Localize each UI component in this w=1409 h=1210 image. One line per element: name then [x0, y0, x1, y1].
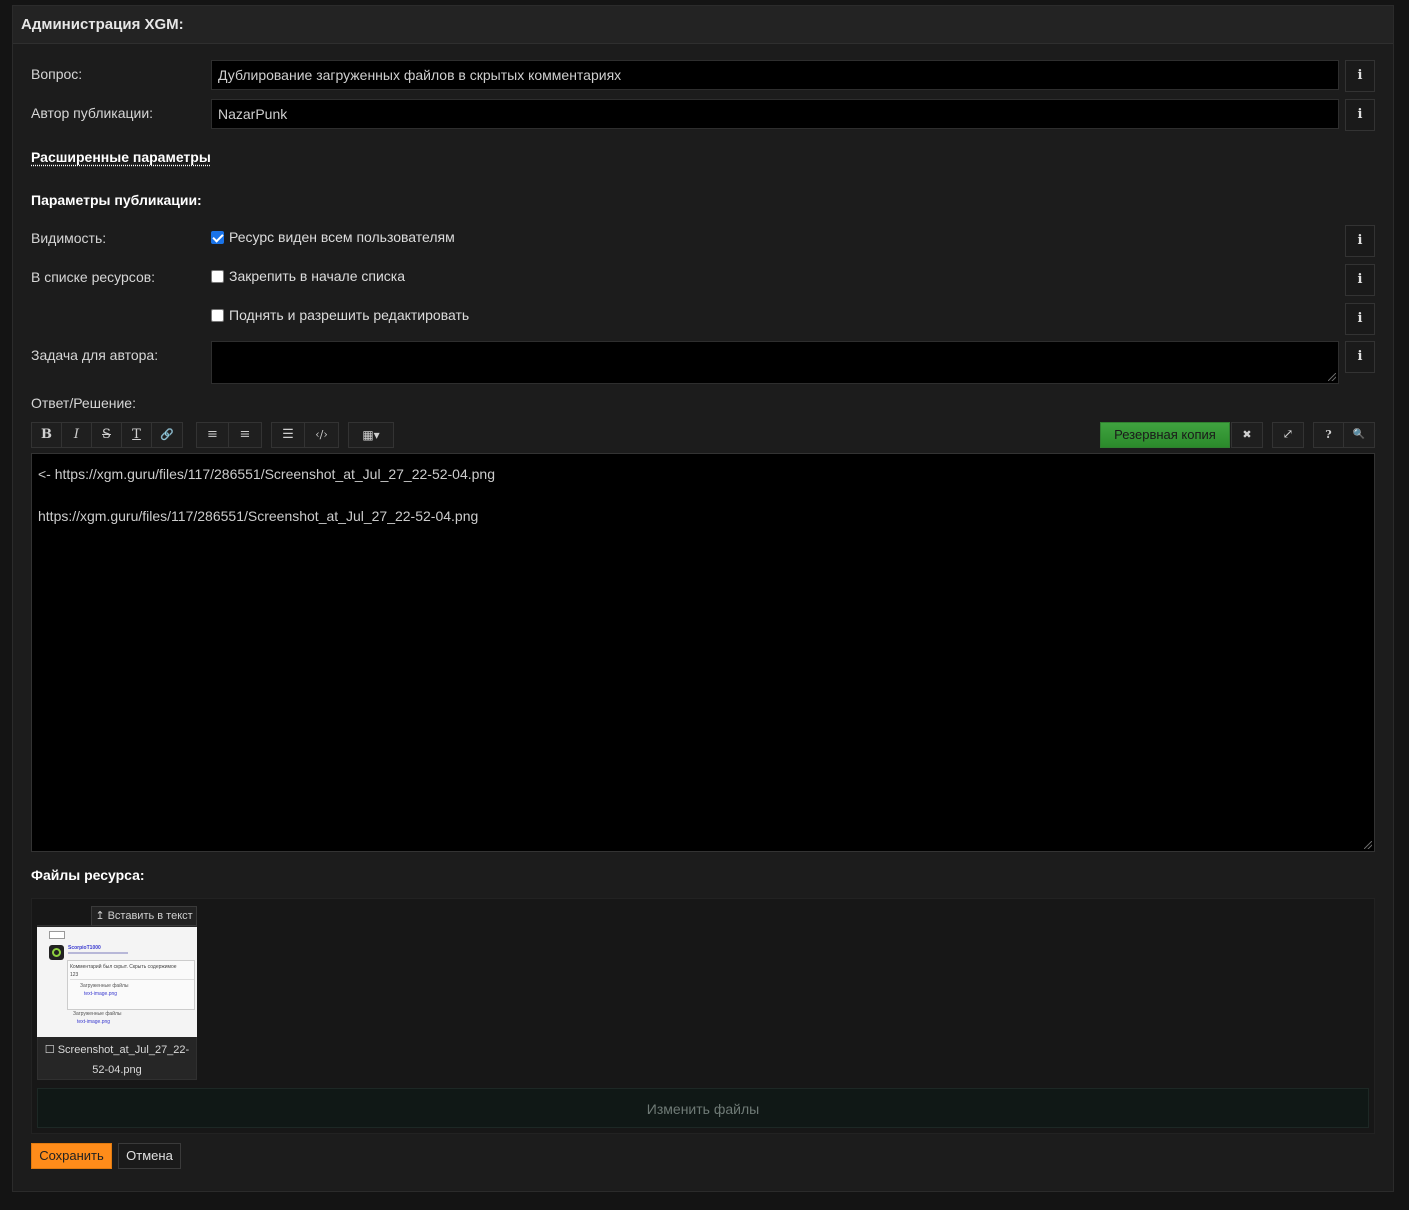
visibility-label: Видимость:	[31, 230, 107, 246]
close-icon[interactable]: ✖	[1232, 423, 1262, 447]
author-label: Автор публикации:	[31, 105, 154, 121]
table-toolbar-group: ▦▾	[348, 422, 394, 448]
thumb-text: Загруженные файлы	[73, 1011, 122, 1017]
resource-list-label: В списке ресурсов:	[31, 269, 156, 285]
change-files-button[interactable]: Изменить файлы	[37, 1088, 1369, 1128]
thumb-text: Комментарий был скрыт. Скрыть содержимое	[70, 964, 177, 970]
answer-label: Ответ/Решение:	[31, 395, 136, 411]
raise-checkbox[interactable]	[211, 308, 224, 322]
task-textarea[interactable]	[211, 341, 1339, 384]
raise-option-label: Поднять и разрешить редактировать	[229, 307, 470, 323]
close-toolbar-group: ✖	[1231, 422, 1263, 448]
task-label: Задача для автора:	[31, 347, 159, 363]
editor-line: https://xgm.guru/files/117/286551/Screen…	[38, 508, 479, 524]
backup-button[interactable]: Резервная копия	[1100, 422, 1230, 448]
resize-grip-icon[interactable]	[1328, 373, 1336, 381]
fullscreen-icon[interactable]: ⤢	[1273, 423, 1303, 447]
visibility-option[interactable]: Ресурс виден всем пользователям	[211, 229, 455, 245]
align-center-icon[interactable]: ≡	[197, 423, 229, 447]
thumb-button	[49, 931, 65, 939]
question-label: Вопрос:	[31, 66, 83, 82]
thumb-text: text-image.png	[84, 991, 118, 997]
format-toolbar-group: B I S T 🔗	[31, 422, 183, 448]
clear-format-icon[interactable]: T	[122, 423, 152, 447]
pin-info-icon[interactable]: i	[1345, 264, 1375, 296]
thumb-subline	[68, 952, 128, 954]
task-info-icon[interactable]: i	[1345, 341, 1375, 373]
thumb-user: ScorpioT1000	[68, 945, 101, 951]
pin-option[interactable]: Закрепить в начале списка	[211, 268, 405, 284]
thumb-text: text-image.png	[77, 1019, 111, 1025]
question-input[interactable]: Дублирование загруженных файлов в скрыты…	[211, 60, 1339, 90]
pin-option-label: Закрепить в начале списка	[229, 268, 406, 284]
align-right-icon[interactable]: ≡	[229, 423, 261, 447]
answer-editor[interactable]: <- https://xgm.guru/files/117/286551/Scr…	[31, 453, 1375, 852]
visibility-option-label: Ресурс виден всем пользователям	[229, 229, 455, 245]
editor-line: <- https://xgm.guru/files/117/286551/Scr…	[38, 466, 495, 482]
raise-option[interactable]: Поднять и разрешить редактировать	[211, 307, 469, 323]
pub-params-heading: Параметры публикации:	[31, 192, 202, 208]
files-heading: Файлы ресурса:	[31, 867, 145, 883]
thumb-comment-box: Комментарий был скрыт. Скрыть содержимое…	[67, 960, 195, 1010]
italic-icon[interactable]: I	[62, 423, 92, 447]
pin-checkbox[interactable]	[211, 269, 224, 283]
fullscreen-toolbar-group: ⤢	[1272, 422, 1304, 448]
question-info-icon[interactable]: i	[1345, 60, 1375, 92]
visibility-info-icon[interactable]: i	[1345, 225, 1375, 257]
insert-into-text-button[interactable]: ↥ Вставить в текст	[91, 906, 197, 926]
align-toolbar-group: ≡ ≡	[196, 422, 262, 448]
thumb-text: 123	[70, 972, 79, 978]
save-button[interactable]: Сохранить	[31, 1143, 112, 1169]
advanced-params-link[interactable]: Расширенные параметры	[31, 149, 211, 165]
visibility-checkbox[interactable]	[211, 230, 224, 244]
panel-header: Администрация XGM:	[13, 6, 1393, 44]
strikethrough-icon[interactable]: S	[92, 423, 122, 447]
file-thumbnail[interactable]: ScorpioT1000 Комментарий был скрыт. Скры…	[37, 927, 197, 1037]
bold-icon[interactable]: B	[32, 423, 62, 447]
list-toolbar-group: ☰ ‹/›	[271, 422, 339, 448]
search-icon[interactable]: 🔍	[1344, 423, 1374, 447]
help-icon[interactable]: ?	[1314, 423, 1344, 447]
editor-resize-grip-icon[interactable]	[1364, 841, 1372, 849]
list-icon[interactable]: ☰	[272, 423, 305, 447]
link-icon[interactable]: 🔗	[152, 423, 182, 447]
help-toolbar-group: ? 🔍	[1313, 422, 1375, 448]
raise-info-icon[interactable]: i	[1345, 303, 1375, 335]
thumb-text: Загруженные файлы	[80, 983, 129, 989]
author-input[interactable]: NazarPunk	[211, 99, 1339, 129]
thumb-avatar	[49, 945, 64, 960]
panel-title: Администрация XGM:	[21, 16, 184, 33]
author-info-icon[interactable]: i	[1345, 99, 1375, 131]
file-name[interactable]: ☐ Screenshot_at_Jul_27_22-52-04.png	[37, 1040, 197, 1080]
table-dropdown-icon[interactable]: ▦▾	[349, 423, 393, 447]
cancel-button[interactable]: Отмена	[118, 1143, 181, 1169]
code-icon[interactable]: ‹/›	[305, 423, 338, 447]
